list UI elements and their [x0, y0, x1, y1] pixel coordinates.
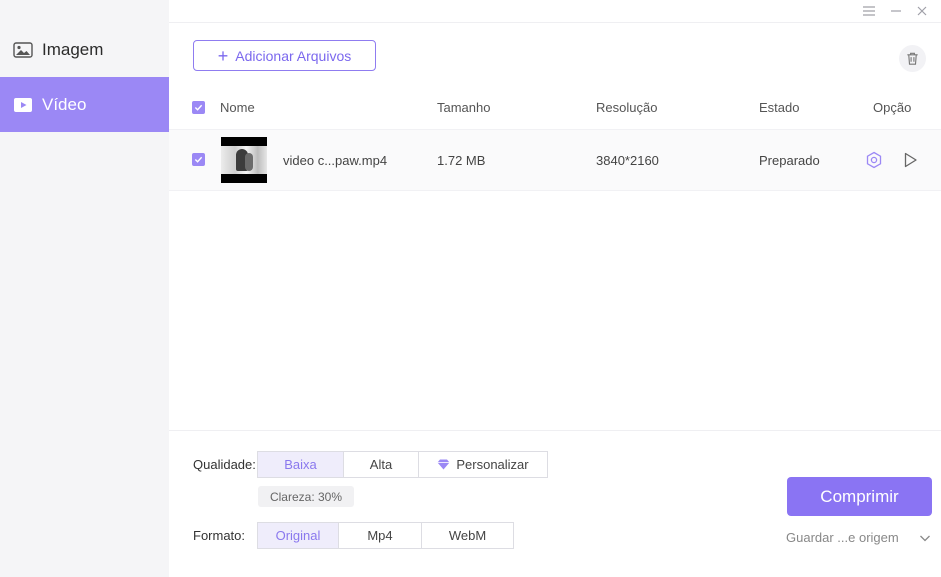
- format-label: Formato:: [193, 528, 246, 543]
- add-files-button[interactable]: + Adicionar Arquivos: [193, 40, 376, 71]
- file-status: Preparado: [759, 153, 820, 168]
- video-icon: [13, 97, 33, 113]
- trash-icon: [907, 52, 918, 65]
- clarity-badge: Clareza: 30%: [258, 486, 354, 507]
- file-size: 1.72 MB: [437, 153, 486, 168]
- diamond-icon: [437, 459, 450, 470]
- header-name[interactable]: Nome: [220, 100, 255, 115]
- image-icon: [13, 41, 33, 58]
- row-checkbox[interactable]: [192, 153, 205, 166]
- header-size[interactable]: Tamanho: [437, 100, 490, 115]
- header-divider: [169, 22, 941, 23]
- quality-option-low[interactable]: Baixa: [258, 452, 344, 477]
- bottom-divider: [169, 430, 941, 431]
- format-selector: Original Mp4 WebM: [257, 522, 514, 549]
- file-resolution: 3840*2160: [596, 153, 659, 168]
- header-resolution[interactable]: Resolução: [596, 100, 657, 115]
- quality-label: Qualidade:: [193, 457, 256, 472]
- minimize-icon[interactable]: [887, 2, 905, 20]
- quality-option-custom[interactable]: Personalizar: [419, 452, 547, 477]
- quality-option-custom-label: Personalizar: [456, 457, 529, 472]
- compress-button[interactable]: Comprimir: [787, 477, 932, 516]
- chevron-down-icon[interactable]: [918, 531, 932, 545]
- format-option-original[interactable]: Original: [258, 523, 339, 548]
- quality-selector: Baixa Alta Personalizar: [257, 451, 548, 478]
- play-icon[interactable]: [900, 150, 920, 170]
- format-option-webm[interactable]: WebM: [422, 523, 513, 548]
- menu-icon[interactable]: [860, 2, 878, 20]
- close-icon[interactable]: [913, 2, 931, 20]
- sidebar-item-video[interactable]: Vídeo: [0, 77, 169, 132]
- select-all-checkbox[interactable]: [192, 101, 205, 114]
- trash-button[interactable]: [899, 45, 926, 72]
- format-option-mp4[interactable]: Mp4: [339, 523, 422, 548]
- video-thumbnail: [221, 137, 267, 183]
- save-location-select[interactable]: Guardar ...e origem: [786, 530, 899, 545]
- plus-icon: +: [217, 45, 229, 66]
- add-files-label: Adicionar Arquivos: [235, 47, 352, 64]
- settings-icon[interactable]: [864, 150, 884, 170]
- sidebar-item-image[interactable]: Imagem: [0, 22, 169, 77]
- sidebar-item-label: Vídeo: [42, 94, 87, 114]
- sidebar: Imagem Vídeo: [0, 0, 169, 577]
- quality-option-high[interactable]: Alta: [344, 452, 419, 477]
- file-name: video c...paw.mp4: [283, 153, 388, 168]
- sidebar-item-label: Imagem: [42, 39, 104, 59]
- header-status[interactable]: Estado: [759, 100, 799, 115]
- header-option: Opção: [873, 100, 912, 115]
